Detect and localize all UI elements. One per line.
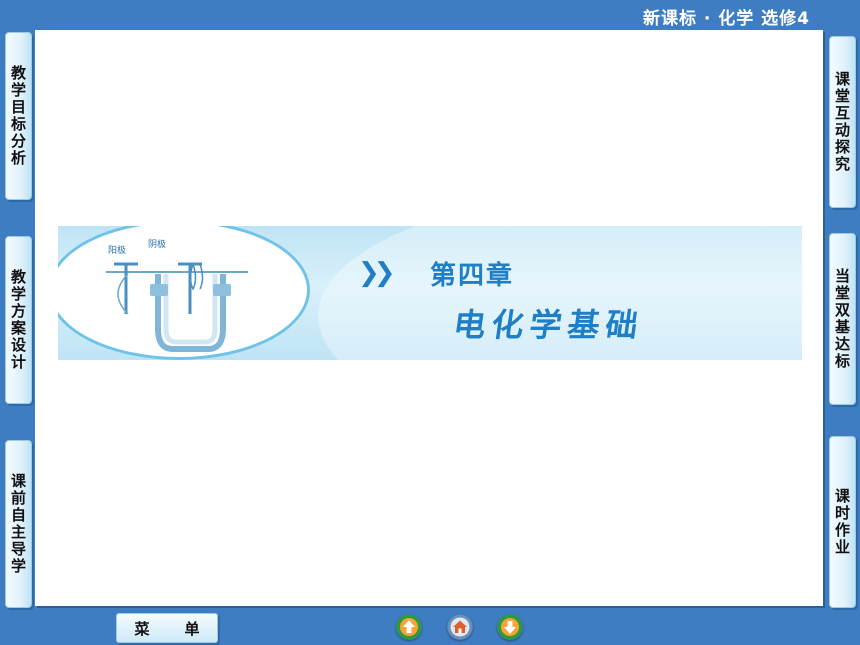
home-icon: [447, 614, 473, 640]
cathode-label: 阴极: [148, 240, 167, 250]
nav-label: 教学目标分析: [9, 65, 27, 167]
nav-label: 教学方案设计: [9, 269, 27, 371]
nav-teaching-plan[interactable]: 教学方案设计: [5, 236, 32, 404]
chapter-banner: 阳极 阴极 ❯❯ 第四章 电化学基础: [58, 226, 802, 360]
nav-preclass-study[interactable]: 课前自主导学: [5, 440, 32, 608]
chapter-title: 第四章: [430, 261, 515, 291]
chapter-subtitle: 电化学基础: [451, 306, 647, 344]
nav-label: 当堂双基达标: [833, 268, 851, 370]
chevron-double-right-icon: ❯❯: [358, 258, 395, 288]
menu-button[interactable]: 菜 单: [116, 613, 218, 643]
nav-label: 课前自主导学: [9, 473, 27, 575]
nav-label: 课时作业: [833, 488, 851, 556]
nav-teaching-objectives[interactable]: 教学目标分析: [5, 32, 32, 200]
next-page-button[interactable]: [497, 614, 523, 640]
nav-homework[interactable]: 课时作业: [829, 436, 856, 608]
previous-page-button[interactable]: [396, 614, 422, 640]
nav-class-interaction[interactable]: 课堂互动探究: [829, 36, 856, 208]
header-title: 新课标 · 化学 选修4: [642, 9, 810, 29]
menu-label-left: 菜: [134, 619, 150, 638]
up-arrow-icon: [396, 614, 422, 640]
down-arrow-icon: [497, 614, 523, 640]
nav-label: 课堂互动探究: [833, 71, 851, 173]
home-button[interactable]: [447, 614, 473, 640]
anode-label: 阳极: [108, 246, 127, 256]
nav-basic-practice[interactable]: 当堂双基达标: [829, 233, 856, 405]
menu-label-right: 单: [184, 619, 200, 638]
